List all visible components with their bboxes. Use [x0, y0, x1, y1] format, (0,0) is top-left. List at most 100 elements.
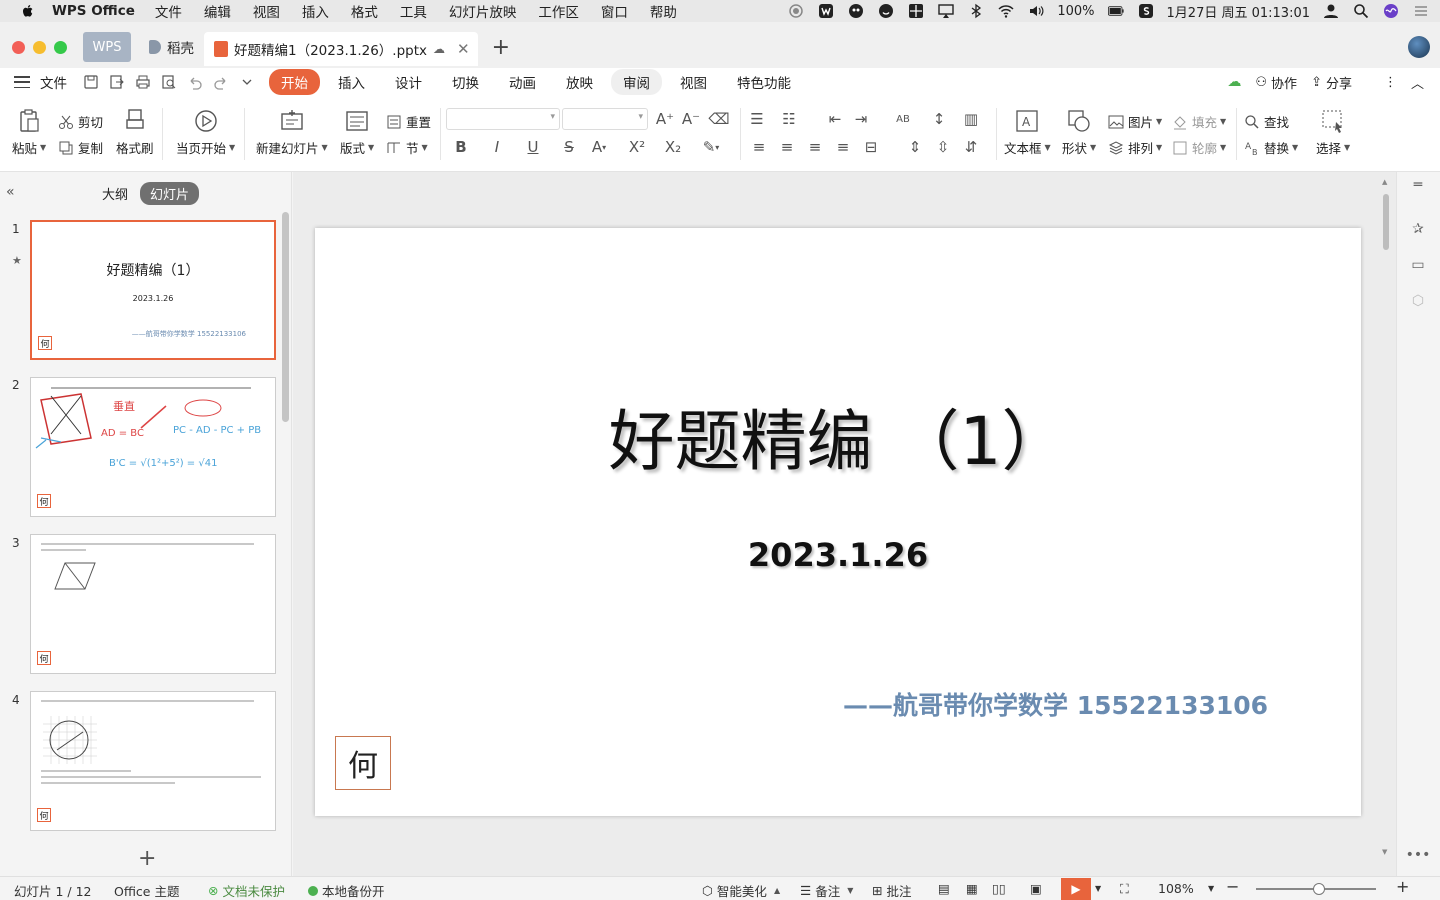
play-from-current-button[interactable]: 当页开始 ▼ — [176, 108, 235, 157]
siri-icon[interactable] — [1382, 3, 1400, 19]
scroll-thumb[interactable] — [1383, 194, 1389, 250]
theme-name[interactable]: Office 主题 — [114, 881, 179, 900]
line-spacing-icon[interactable]: ↕ — [930, 110, 948, 128]
textbox-button[interactable]: A 文本框 ▼ — [1004, 108, 1051, 157]
highlight-icon[interactable]: ✎ ▾ — [702, 138, 720, 156]
zoom-slider-knob[interactable] — [1313, 883, 1325, 895]
scroll-down-icon[interactable]: ▼ — [1382, 848, 1387, 856]
user-icon[interactable] — [1322, 3, 1340, 19]
close-tab-icon[interactable]: ✕ — [457, 40, 470, 58]
increase-indent-icon[interactable]: ⇥ — [852, 110, 870, 128]
subscript-icon[interactable]: X₂ — [664, 138, 682, 156]
quick-access-more-icon[interactable] — [239, 74, 255, 90]
canvas-scrollbar[interactable]: ▲ ▼ — [1382, 178, 1389, 868]
apple-icon[interactable] — [20, 3, 36, 19]
close-window-button[interactable] — [12, 40, 25, 54]
bluetooth-icon[interactable] — [967, 3, 985, 19]
spacing-options-icon[interactable]: ⇵ — [962, 138, 980, 156]
zoom-in-icon[interactable]: + — [1396, 877, 1409, 896]
paragraph-spacing-icon[interactable]: ⇕ — [906, 138, 924, 156]
tab-home[interactable]: 开始 — [269, 69, 320, 95]
scroll-up-icon[interactable]: ▲ — [1382, 178, 1387, 186]
slide-date[interactable]: 2023.1.26 — [315, 536, 1361, 574]
input-method-icon[interactable] — [1137, 3, 1155, 19]
vertical-align-icon[interactable]: ⇳ — [934, 138, 952, 156]
comment-button[interactable]: ⊞ 批注 — [872, 881, 912, 900]
collaborate-button[interactable]: ⚇ 协作 — [1255, 73, 1297, 92]
reset-button[interactable]: 重置 — [386, 112, 431, 131]
tab-slides[interactable]: 幻灯片 — [140, 182, 200, 205]
tab-review[interactable]: 审阅 — [611, 69, 662, 95]
clear-format-icon[interactable]: ⌫ — [708, 110, 729, 128]
more-options-icon[interactable]: ⋮ — [1384, 75, 1397, 90]
zoom-level[interactable]: 108% — [1158, 881, 1194, 896]
find-button[interactable]: 查找 — [1244, 112, 1289, 131]
menu-format[interactable]: 格式 — [351, 1, 378, 21]
outline-button[interactable]: 轮廓 ▼ — [1172, 138, 1226, 157]
strikethrough-icon[interactable]: S — [560, 138, 578, 156]
current-slide[interactable]: 好题精编 （1） 2023.1.26 ——航哥带你学数学 15522133106… — [315, 228, 1361, 816]
font-name-combo[interactable] — [446, 108, 560, 130]
font-size-combo[interactable] — [562, 108, 648, 130]
menu-slideshow[interactable]: 幻灯片放映 — [449, 1, 517, 21]
decrease-font-icon[interactable]: A⁻ — [682, 110, 700, 128]
share-button[interactable]: ⇪ 分享 — [1311, 73, 1352, 92]
minimize-window-button[interactable] — [33, 40, 46, 54]
tab-special-features[interactable]: 特色功能 — [725, 69, 803, 95]
new-slide-button[interactable]: 新建幻灯片 ▼ — [256, 108, 328, 157]
grid-app-icon[interactable] — [907, 3, 925, 19]
redo-icon[interactable] — [213, 74, 229, 90]
slide-thumbnail[interactable]: 垂直 AD = BC PC - AD - PC + PB B'C = √(1²+… — [30, 377, 276, 517]
slide-author[interactable]: ——航哥带你学数学 15522133106 — [843, 686, 1268, 722]
tab-daoke[interactable]: 稻壳 — [139, 32, 204, 62]
play-options-icon[interactable]: ▼ — [1095, 884, 1101, 893]
italic-icon[interactable]: I — [488, 138, 506, 156]
spotlight-search-icon[interactable] — [1352, 3, 1370, 19]
menu-edit[interactable]: 编辑 — [204, 1, 231, 21]
pin-icon[interactable]: ✰ — [1409, 220, 1427, 238]
smart-beautify-button[interactable]: ⬡ 智能美化 ▲ — [702, 881, 780, 900]
slide-sorter-icon[interactable]: ▦ — [966, 881, 978, 896]
comments-icon[interactable]: ▭ — [1409, 256, 1427, 274]
new-tab-button[interactable]: + — [492, 35, 510, 60]
bold-icon[interactable]: B — [452, 138, 470, 156]
zoom-window-button[interactable] — [54, 40, 67, 54]
fill-button[interactable]: 填充 ▼ — [1172, 112, 1226, 131]
play-slideshow-button[interactable]: ▶ — [1061, 878, 1091, 900]
align-left-icon[interactable]: ≡ — [750, 138, 768, 156]
record-icon[interactable] — [787, 3, 805, 19]
airplay-icon[interactable] — [937, 3, 955, 19]
paste-button[interactable]: 粘贴 ▼ — [12, 108, 46, 157]
tab-outline[interactable]: 大纲 — [92, 182, 138, 205]
distribute-icon[interactable]: ⊟ — [862, 138, 880, 156]
justify-icon[interactable]: ≡ — [834, 138, 852, 156]
menu-help[interactable]: 帮助 — [650, 1, 677, 21]
reading-view-icon[interactable]: ▯▯ — [992, 881, 1006, 896]
picture-button[interactable]: 图片 ▼ — [1108, 112, 1162, 131]
zoom-out-icon[interactable]: − — [1226, 877, 1239, 896]
cut-button[interactable]: 剪切 — [58, 112, 103, 131]
undo-icon[interactable] — [187, 74, 203, 90]
menu-file[interactable]: 文件 — [155, 1, 182, 21]
column-icon[interactable]: ▥ — [962, 110, 980, 128]
collapse-panel-icon[interactable]: « — [6, 184, 15, 200]
tab-transition[interactable]: 切换 — [440, 69, 491, 95]
slide-thumbnail[interactable]: 何 — [30, 691, 276, 831]
wechat-work-icon[interactable] — [817, 3, 835, 19]
slide-title[interactable]: 好题精编 （1） — [315, 388, 1361, 484]
tab-wps-home[interactable]: WPS — [83, 32, 131, 62]
cloud-sync-icon[interactable]: ☁ — [1227, 74, 1241, 90]
collapse-ribbon-icon[interactable]: ︿ — [1411, 73, 1424, 92]
notes-button[interactable]: ☰ 备注 ▼ — [800, 881, 853, 900]
normal-view-icon[interactable]: ▤ — [938, 881, 950, 896]
slide-stamp[interactable]: 何 — [335, 736, 391, 790]
chat-icon[interactable] — [847, 3, 865, 19]
presenter-view-icon[interactable]: ▣ — [1030, 881, 1042, 896]
control-center-icon[interactable] — [1412, 3, 1430, 19]
menu-hamburger-icon[interactable] — [14, 76, 30, 88]
layout-button[interactable]: 版式 ▼ — [340, 108, 374, 157]
tab-document[interactable]: 好题精编1（2023.1.26）.pptx ☁ ✕ — [204, 32, 478, 66]
slide-thumbnail[interactable]: 何 — [30, 534, 276, 674]
menu-insert[interactable]: 插入 — [302, 1, 329, 21]
tab-animation[interactable]: 动画 — [497, 69, 548, 95]
